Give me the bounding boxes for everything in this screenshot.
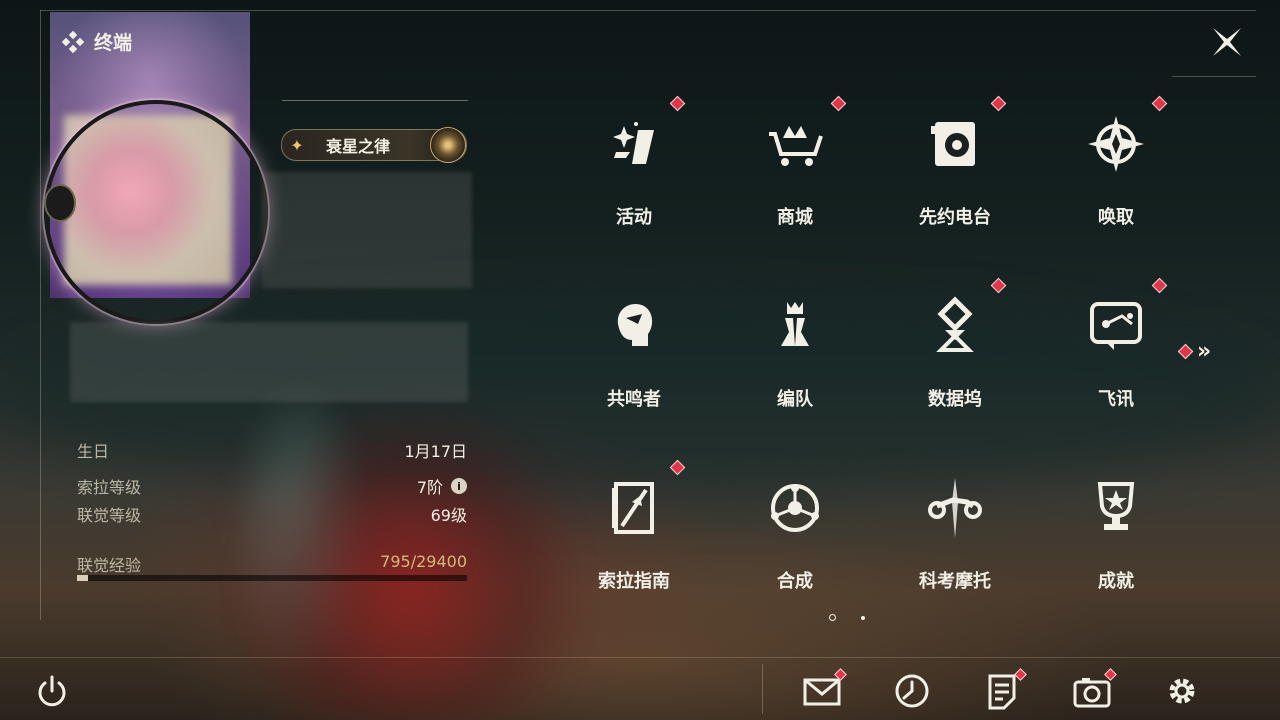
info-icon[interactable]: i [451,478,467,494]
menu-item-label: 成就 [1098,571,1134,592]
menu-item[interactable]: 唤取 [1041,95,1191,272]
next-page-button[interactable]: » [1177,338,1224,364]
menu-item[interactable]: 数据坞 [880,277,1030,454]
mail-icon [802,678,842,714]
stat-row-sola-level: 索拉等级 7阶 i [77,474,467,498]
stat-label: 联觉等级 [77,506,142,525]
clock-button[interactable] [892,672,932,710]
diamond-cluster-icon [61,30,85,53]
menu-item[interactable]: 成就 [1041,466,1191,636]
summon-compass-icon [1084,112,1148,176]
exp-label: 联觉经验 [77,556,142,575]
page-title: 终端 [61,28,133,55]
data-dock-icon [923,294,987,358]
frame-top-line [40,10,1256,11]
resonator-head-icon [602,294,666,358]
menu-item-label: 索拉指南 [598,571,670,592]
star-gem-icon: ✦ [290,135,304,155]
close-x-icon [1213,28,1241,56]
power-icon [38,675,66,707]
blurred-signature-block [70,322,468,402]
exp-row: 联觉经验 795/29400 [77,552,467,576]
stat-value: 69级 [430,506,467,525]
stat-label: 索拉等级 [77,478,142,497]
menu-item[interactable]: 共鸣者 [559,284,709,454]
menu-item[interactable]: 索拉指南 [559,459,709,636]
stat-value: 7阶 [416,478,443,497]
activity-icon [602,112,666,176]
motorcycle-icon [923,476,987,540]
menu-item[interactable]: 编队 [720,284,870,454]
synthesis-icon [763,476,827,540]
menu-item[interactable]: 科考摩托 [880,466,1030,636]
frame-left-line [40,10,41,620]
exp-progress-fill [77,575,88,581]
menu-item-label: 商城 [777,207,813,228]
exp-progress-bar [77,575,467,581]
notification-dot [1151,95,1168,112]
notification-dot [1177,343,1194,359]
stat-row-birthday: 生日 1月17日 [77,438,467,462]
blurred-name-block [262,172,472,288]
menu-item-label: 共鸣者 [607,389,661,410]
settings-gear-icon [1162,678,1202,714]
pager-dot-active[interactable] [829,614,836,621]
radio-icon [923,112,987,176]
camera-icon [1072,678,1112,714]
notification-dot [669,95,686,112]
avatar-ring [44,100,268,324]
settings-gear-button[interactable] [1162,672,1202,710]
pager-dot[interactable] [861,616,865,620]
close-button[interactable] [1205,20,1249,64]
page-title-text: 终端 [94,32,133,54]
menu-item-label: 科考摩托 [919,571,991,592]
notes-icon [982,674,1022,714]
notification-dot [990,95,1007,112]
trophy-icon [1084,476,1148,540]
clock-icon [892,674,932,714]
menu-item-label: 合成 [777,571,813,592]
team-chess-icon [763,294,827,358]
menu-item[interactable]: 活动 [559,95,709,272]
stat-row-union-level: 联觉等级 69级 [77,502,467,526]
profile-title-line [282,100,468,101]
notification-dot [990,277,1007,294]
mail-button[interactable] [802,668,847,710]
title-badge[interactable]: ✦ 衰星之律 [281,127,467,163]
orb-icon [430,127,466,163]
menu-item[interactable]: 先约电台 [880,95,1030,272]
notification-dot [1151,277,1168,294]
menu-item[interactable]: 商城 [720,95,870,272]
menu-item-label: 活动 [616,207,652,228]
frame-right-line [1172,76,1256,77]
menu-item-label: 编队 [777,389,813,410]
avatar-knob [44,184,76,222]
stat-label: 生日 [77,442,110,461]
guide-book-icon [602,476,666,540]
notification-dot [830,95,847,112]
camera-button[interactable] [1072,668,1117,710]
menu-item-label: 飞讯 [1098,389,1134,410]
stat-value: 1月17日 [404,442,467,461]
menu-item-label: 先约电台 [919,207,991,228]
double-chevron-right-icon: » [1197,338,1212,364]
message-chat-icon [1084,294,1148,358]
menu-item[interactable]: 合成 [720,466,870,636]
shop-cart-icon [763,112,827,176]
title-badge-text: 衰星之律 [326,137,391,156]
power-button[interactable] [32,672,72,710]
menu-item-label: 唤取 [1098,207,1134,228]
notes-button[interactable] [982,668,1027,710]
menu-item[interactable]: 飞讯 [1041,277,1191,454]
menu-item-label: 数据坞 [928,389,982,410]
stat-value-wrap: 7阶 i [417,474,467,498]
exp-value: 795/29400 [380,552,467,571]
